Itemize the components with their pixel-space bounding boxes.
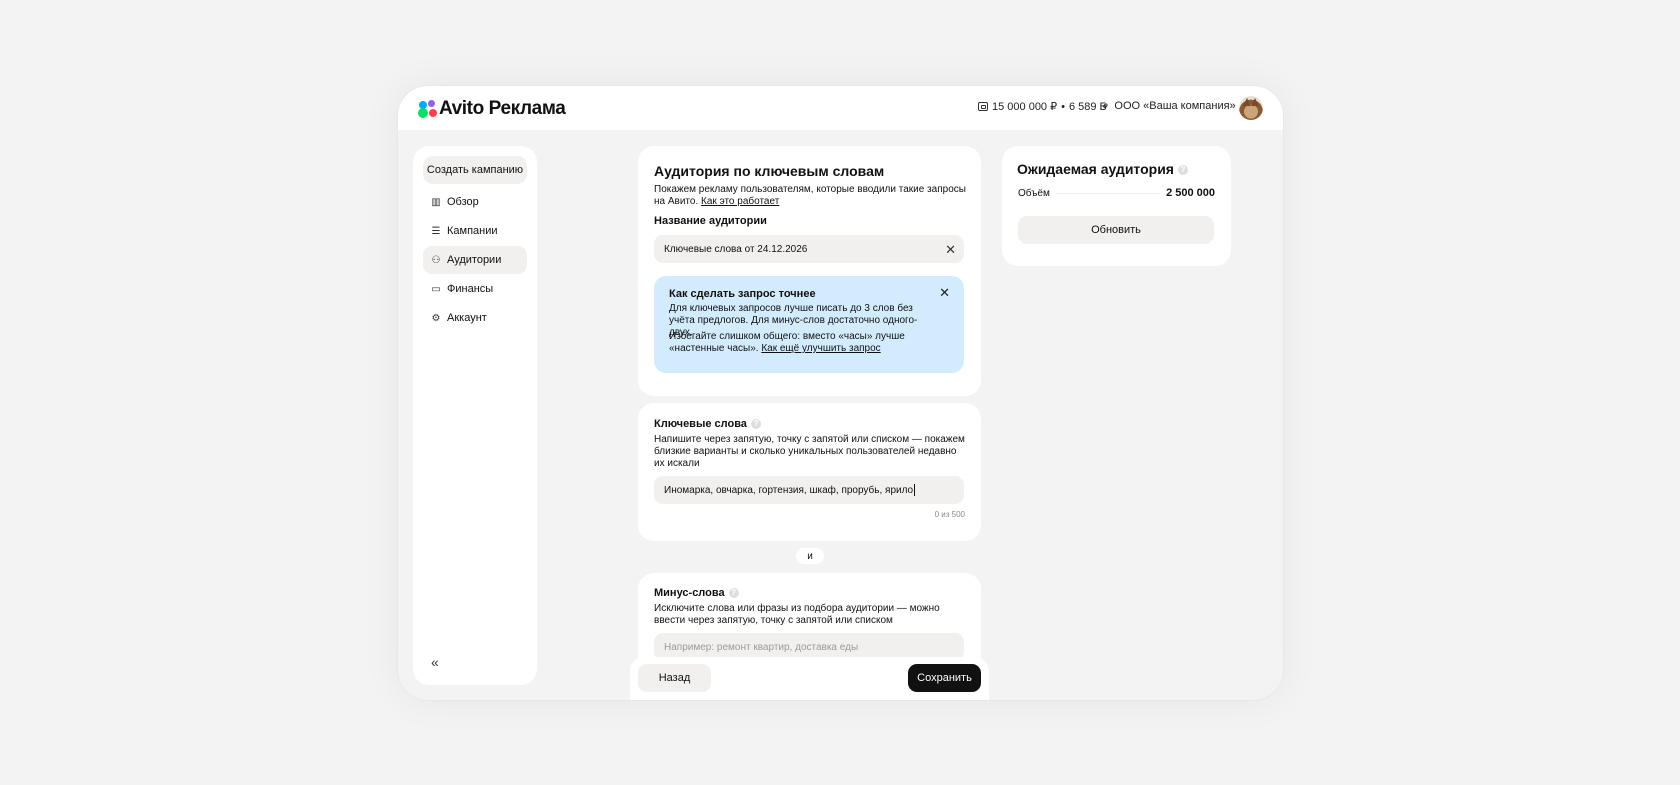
sidebar-item-label: Аудитории bbox=[447, 254, 502, 266]
keywords-value: Иномарка, овчарка, гортензия, шкаф, прор… bbox=[664, 484, 914, 496]
gear-icon: ⚙ bbox=[431, 312, 441, 324]
refresh-button[interactable]: Обновить bbox=[1018, 216, 1214, 244]
sidebar-item-label: Аккаунт bbox=[447, 312, 487, 324]
avito-logo-icon bbox=[418, 99, 438, 119]
sidebar-item-label: Финансы bbox=[447, 283, 494, 295]
volume-value: 2 500 000 bbox=[1166, 187, 1215, 199]
sidebar-nav: ▥ Обзор ☰ Кампании ⚇ Аудитории ▭ Финансы… bbox=[423, 188, 527, 333]
company-selector[interactable]: ⚭ ООО «Ваша компания» bbox=[1099, 99, 1251, 113]
logo[interactable]: Avito Реклама bbox=[418, 98, 566, 120]
top-bar: Avito Реклама 15 000 000 ₽ • 6 589 Б ⚭ О… bbox=[398, 86, 1283, 130]
volume-label: Объём bbox=[1018, 187, 1050, 199]
keywords-description: Напишите через запятую, точку с запятой … bbox=[654, 434, 965, 469]
chart-icon: ▥ bbox=[431, 196, 441, 208]
help-icon[interactable]: ? bbox=[1177, 165, 1188, 176]
sidebar-item-label: Обзор bbox=[447, 196, 479, 208]
audience-name-value: Ключевые слова от 24.12.2026 bbox=[664, 243, 808, 255]
audience-description: Покажем рекламу пользователям, которые в… bbox=[654, 184, 966, 208]
audience-name-input[interactable]: Ключевые слова от 24.12.2026 ✕ bbox=[654, 235, 964, 263]
how-it-works-link[interactable]: Как это работает bbox=[701, 196, 779, 207]
sidebar-item-campaigns[interactable]: ☰ Кампании bbox=[423, 217, 527, 245]
hint-box: Как сделать запрос точнее ✕ Для ключевых… bbox=[654, 276, 964, 373]
sidebar: Создать кампанию ▥ Обзор ☰ Кампании ⚇ Ау… bbox=[413, 146, 537, 685]
save-button[interactable]: Сохранить bbox=[908, 664, 981, 692]
expected-audience-title-text: Ожидаемая аудитория bbox=[1017, 161, 1174, 177]
improve-query-link[interactable]: Как ещё улучшить запрос bbox=[761, 343, 880, 354]
audience-name-label: Название аудитории bbox=[654, 215, 767, 227]
page-title: Аудитория по ключевым словам bbox=[654, 163, 885, 179]
create-campaign-button[interactable]: Создать кампанию bbox=[423, 156, 527, 184]
avatar[interactable] bbox=[1239, 96, 1263, 120]
collapse-sidebar-icon[interactable]: « bbox=[431, 654, 439, 670]
help-icon[interactable]: ? bbox=[750, 419, 761, 430]
volume-divider bbox=[1055, 192, 1161, 194]
text-caret bbox=[914, 484, 916, 496]
company-name: ООО «Ваша компания» bbox=[1114, 100, 1236, 112]
back-button[interactable]: Назад bbox=[638, 664, 711, 692]
sidebar-item-account[interactable]: ⚙ Аккаунт bbox=[423, 304, 527, 332]
sidebar-item-overview[interactable]: ▥ Обзор bbox=[423, 188, 527, 216]
keywords-counter: 0 из 500 bbox=[934, 510, 965, 519]
help-icon[interactable]: ? bbox=[728, 588, 739, 599]
wallet-icon: ▭ bbox=[431, 283, 441, 295]
keywords-card: Ключевые слова? Напишите через запятую, … bbox=[638, 403, 981, 541]
balance[interactable]: 15 000 000 ₽ • 6 589 Б bbox=[978, 100, 1107, 113]
minus-words-title: Минус-слова? bbox=[654, 587, 739, 599]
expected-audience-title: Ожидаемая аудитория? bbox=[1017, 161, 1188, 177]
balance-money: 15 000 000 ₽ bbox=[992, 101, 1058, 113]
volume-row: Объём 2 500 000 bbox=[1018, 186, 1215, 200]
clear-icon[interactable]: ✕ bbox=[945, 242, 956, 258]
list-icon: ☰ bbox=[431, 225, 441, 237]
keywords-title: Ключевые слова? bbox=[654, 418, 761, 430]
users-icon: ⚇ bbox=[431, 254, 441, 266]
hint-text-2: Избегайте слишком общего: вместо «часы» … bbox=[669, 331, 939, 355]
sidebar-item-audiences[interactable]: ⚇ Аудитории bbox=[423, 246, 527, 274]
action-bar: Назад Сохранить bbox=[630, 657, 989, 700]
minus-words-title-text: Минус-слова bbox=[654, 587, 725, 599]
keywords-input[interactable]: Иномарка, овчарка, гортензия, шкаф, прор… bbox=[654, 476, 964, 504]
balance-separator: • bbox=[1061, 100, 1065, 113]
sidebar-item-finance[interactable]: ▭ Финансы bbox=[423, 275, 527, 303]
expected-audience-card: Ожидаемая аудитория? Объём 2 500 000 Обн… bbox=[1002, 146, 1231, 266]
wallet-icon bbox=[978, 102, 988, 111]
logo-text: Avito Реклама bbox=[439, 98, 566, 119]
minus-words-placeholder: Например: ремонт квартир, доставка еды bbox=[664, 641, 859, 653]
close-icon[interactable]: ✕ bbox=[939, 285, 950, 301]
link-icon: ⚭ bbox=[1099, 99, 1114, 113]
audience-card: Аудитория по ключевым словам Покажем рек… bbox=[638, 146, 981, 396]
app-window: Avito Реклама 15 000 000 ₽ • 6 589 Б ⚭ О… bbox=[398, 86, 1283, 700]
keywords-title-text: Ключевые слова bbox=[654, 418, 747, 430]
and-separator: и bbox=[796, 548, 824, 564]
hint-title: Как сделать запрос точнее bbox=[669, 288, 816, 300]
sidebar-item-label: Кампании bbox=[447, 225, 498, 237]
minus-words-description: Исключите слова или фразы из подбора ауд… bbox=[654, 603, 940, 626]
